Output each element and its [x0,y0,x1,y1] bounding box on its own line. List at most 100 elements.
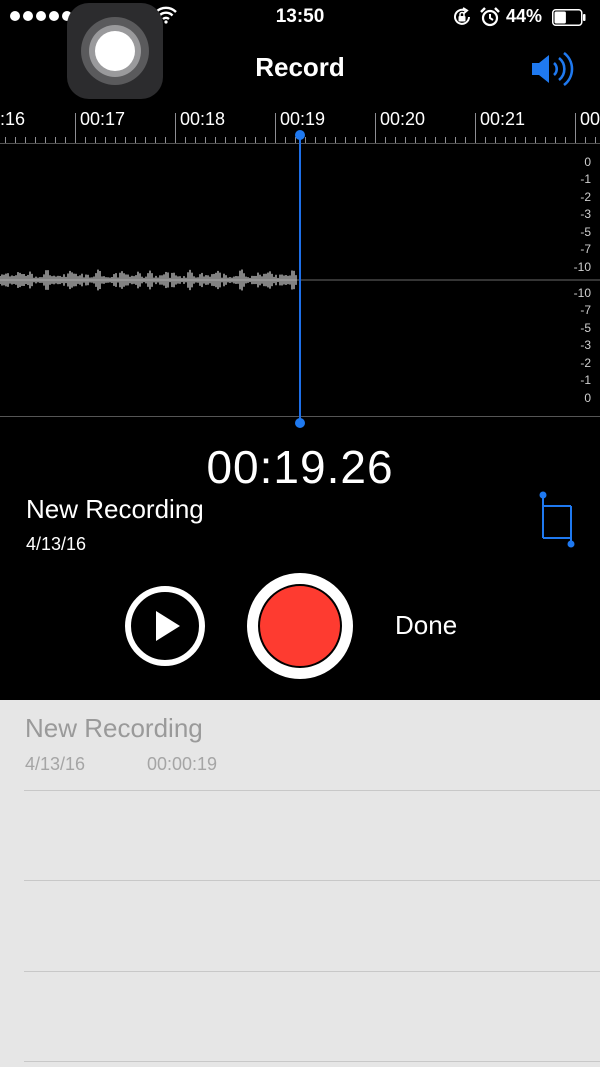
db-scale-label: -1 [580,373,591,387]
timeline-minor-tick [195,137,196,143]
db-scale-label: -1 [580,172,591,186]
timeline-minor-tick [15,137,16,143]
timeline-minor-tick [485,137,486,143]
timeline-minor-tick [265,137,266,143]
timeline-minor-tick [95,137,96,143]
db-scale-label: 0 [584,391,591,405]
speaker-volume-icon[interactable] [530,52,576,86]
timeline-label: 00:22 [580,109,600,129]
timeline-minor-tick [185,137,186,143]
timeline-minor-tick [35,137,36,143]
play-button[interactable] [125,586,205,666]
page-title: Record [255,52,345,82]
timeline-minor-tick [525,137,526,143]
rotation-lock-icon [454,7,470,25]
timeline-label: 00:21 [480,109,526,129]
timeline-major-tick [275,113,276,143]
timeline-minor-tick [515,137,516,143]
timeline-minor-tick [465,137,466,143]
timeline-minor-tick [335,137,336,143]
timeline-minor-tick [225,137,226,143]
record-button[interactable] [247,573,353,679]
timeline-minor-tick [45,137,46,143]
list-divider [24,1061,600,1062]
db-scale-label: -10 [573,260,591,274]
timeline-minor-tick [555,137,556,143]
db-scale-label: 0 [584,155,591,169]
timeline-minor-tick [595,137,596,143]
timeline-minor-tick [115,137,116,143]
battery-percent: 44% [506,6,543,26]
recording-name[interactable]: New Recording [26,494,204,525]
timeline-label: 00:20 [380,109,426,129]
db-scale-label: -10 [573,286,591,300]
battery-icon [552,9,586,26]
list-item-name: New Recording [25,713,203,743]
timeline-major-tick [175,113,176,143]
timeline-minor-tick [215,137,216,143]
timeline-minor-tick [165,137,166,143]
timeline-label: 00:17 [80,109,126,129]
timeline-minor-tick [535,137,536,143]
timeline-minor-tick [365,137,366,143]
list-item-date: 4/13/16 [25,754,86,774]
timeline-minor-tick [135,137,136,143]
timeline-label: 00:18 [180,109,226,129]
play-icon [156,611,180,641]
recording-date: 4/13/16 [26,534,87,554]
timeline-minor-tick [415,137,416,143]
db-scale-label: -7 [580,242,591,256]
timeline-minor-tick [385,137,386,143]
done-button[interactable]: Done [395,610,457,641]
timeline-minor-tick [305,137,306,143]
recordings-list: New Recording 4/13/16 00:00:19 [0,700,600,1067]
timeline-minor-tick [245,137,246,143]
timeline-minor-tick [285,137,286,143]
timeline-minor-tick [105,137,106,143]
timeline-minor-tick [355,137,356,143]
list-item-duration: 00:00:19 [147,754,218,774]
elapsed-time: 00:19.26 [206,441,394,493]
timeline-minor-tick [145,137,146,143]
timeline-minor-tick [325,137,326,143]
timeline-minor-tick [125,137,126,143]
timeline-minor-tick [445,137,446,143]
timeline-minor-tick [395,137,396,143]
playhead-bottom-handle[interactable] [295,418,305,428]
timeline-minor-tick [545,137,546,143]
alarm-icon [480,7,500,27]
timeline-label: 00:19 [280,109,326,129]
timeline-minor-tick [495,137,496,143]
timeline-minor-tick [205,137,206,143]
playhead[interactable] [299,134,301,424]
timeline-major-tick [575,113,576,143]
timeline-minor-tick [25,137,26,143]
timeline-minor-tick [435,137,436,143]
list-divider [24,790,600,791]
db-scale-label: -3 [580,207,591,221]
list-divider [24,971,600,972]
trim-icon[interactable] [537,490,577,550]
timeline-minor-tick [235,137,236,143]
timeline-minor-tick [315,137,316,143]
timeline-minor-tick [505,137,506,143]
timeline-minor-tick [255,137,256,143]
timeline-minor-tick [425,137,426,143]
timeline-minor-tick [5,137,6,143]
db-scale-label: -3 [580,338,591,352]
playhead-top-handle[interactable] [295,130,305,140]
assistive-touch-button[interactable] [67,3,163,99]
db-scale-label: -7 [580,303,591,317]
timeline-minor-tick [565,137,566,143]
db-scale-label: -5 [580,321,591,335]
timeline-major-tick [475,113,476,143]
timeline-minor-tick [155,137,156,143]
db-scale-label: -2 [580,190,591,204]
timeline-minor-tick [455,137,456,143]
timeline-major-tick [75,113,76,143]
timeline-minor-tick [585,137,586,143]
timeline-minor-tick [405,137,406,143]
db-scale-label: -2 [580,356,591,370]
list-divider [24,880,600,881]
timeline-label: 00:16 [0,109,26,129]
